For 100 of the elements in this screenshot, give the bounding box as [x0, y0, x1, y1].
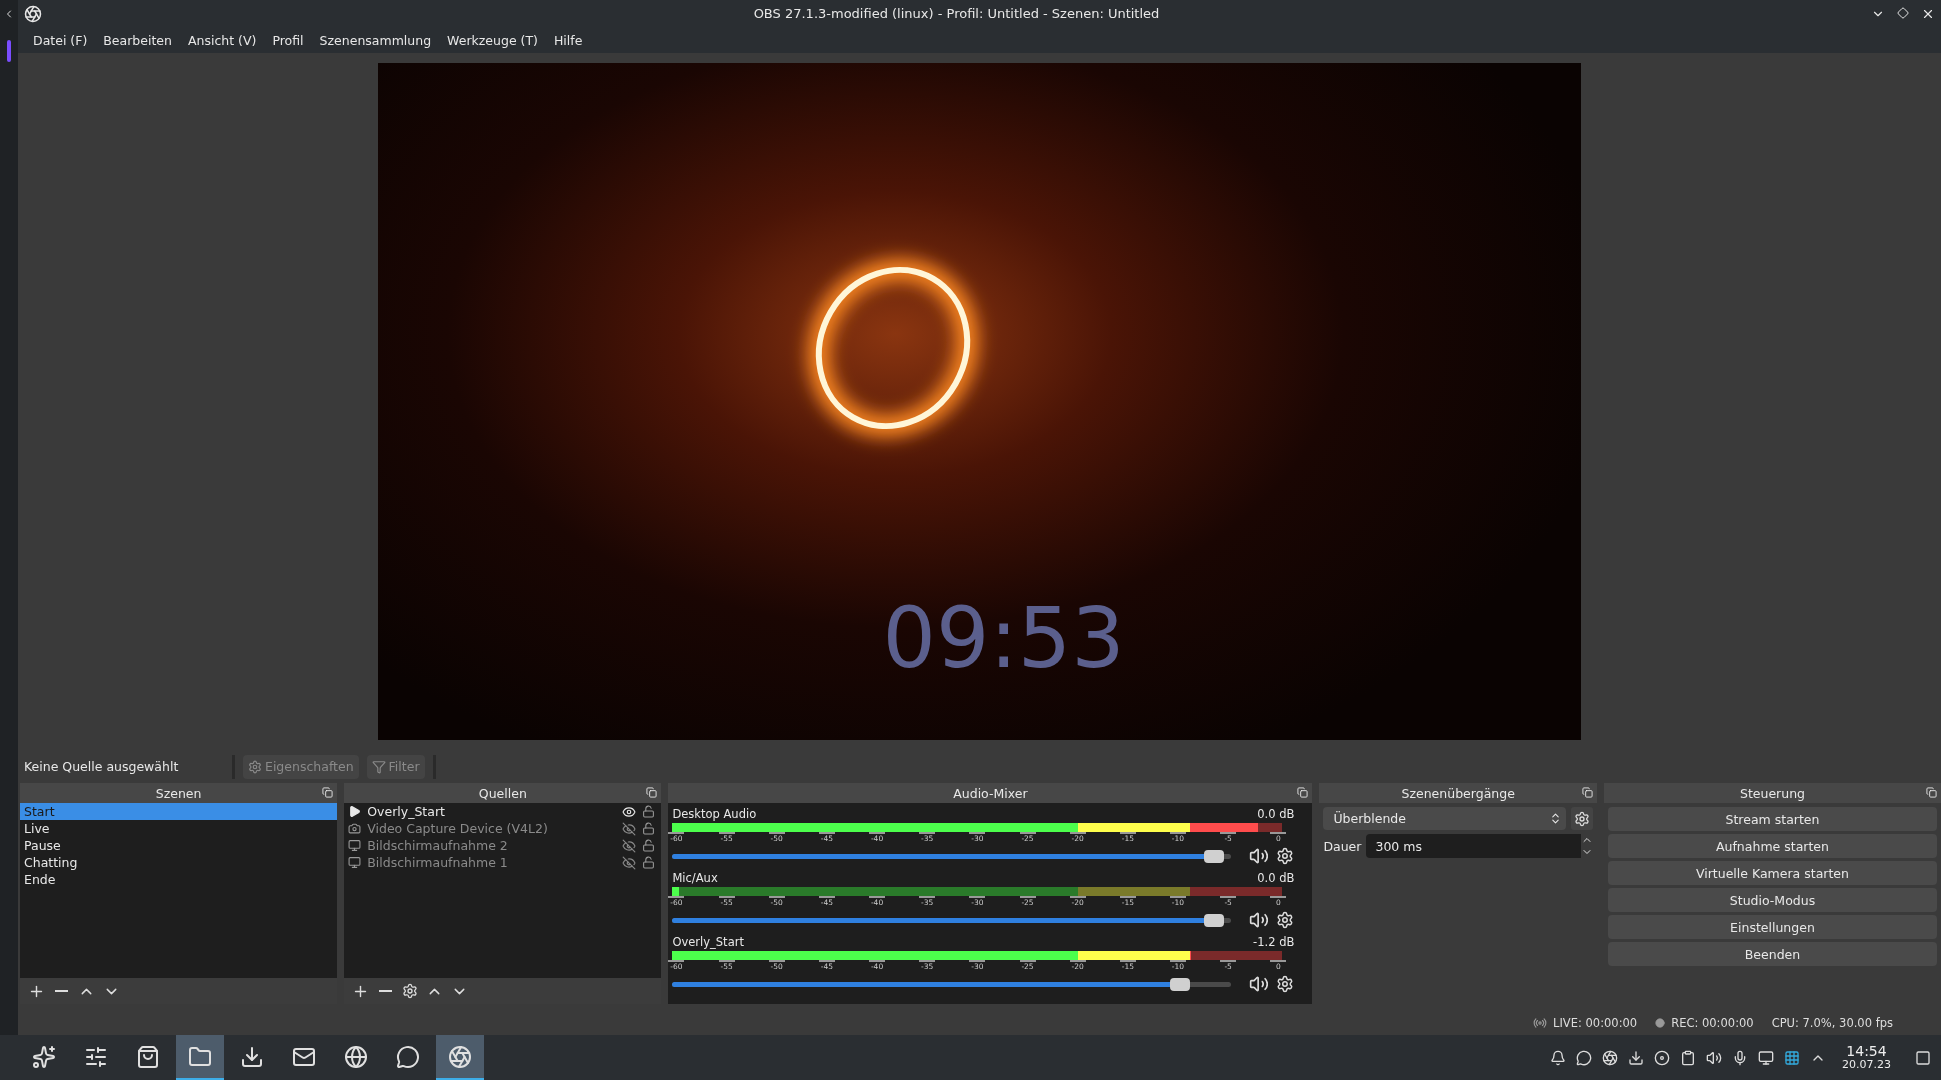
speaker-icon[interactable] [1248, 846, 1269, 866]
launcher-icon [32, 1044, 56, 1069]
clock-date: 20.07.23 [1842, 1057, 1891, 1071]
dock-title: Audio-Mixer [953, 785, 1028, 801]
eye-off-icon[interactable] [622, 821, 637, 836]
eye-off-icon[interactable] [622, 838, 637, 853]
monitor-icon [348, 856, 362, 869]
record-dot-icon [1655, 1017, 1666, 1028]
microphone-icon[interactable] [1732, 1049, 1748, 1066]
gear-icon [248, 759, 262, 774]
unlock-icon[interactable] [642, 856, 656, 869]
slider-thumb[interactable] [1203, 913, 1224, 927]
panel-marker [7, 40, 11, 62]
channel-name: Overly_Start [672, 935, 744, 951]
download-icon[interactable] [1628, 1049, 1644, 1066]
control-button[interactable]: Virtuelle Kamera starten [1607, 861, 1937, 885]
scene-item[interactable]: Chatting [20, 854, 338, 871]
duration-field[interactable]: 300 ms [1366, 834, 1593, 858]
menu-item[interactable]: Bearbeiten [96, 29, 179, 51]
settings-icon[interactable] [1276, 911, 1295, 929]
menu-item[interactable]: Profil [265, 29, 311, 51]
db-reading: 0.0 dB [1257, 807, 1295, 823]
transition-select[interactable]: Überblende [1323, 807, 1566, 830]
chat-bubble-icon[interactable] [1576, 1049, 1592, 1066]
unlock-icon[interactable] [642, 839, 656, 852]
selection-label: Keine Quelle ausgewählt [24, 759, 180, 774]
broadcast-icon [1533, 1015, 1548, 1030]
eye-icon[interactable] [622, 804, 637, 819]
clock-time: 14:54 [1846, 1044, 1887, 1058]
grid-icon[interactable] [1784, 1049, 1800, 1066]
show-desktop-icon[interactable] [1915, 1049, 1931, 1066]
settings-button[interactable] [402, 983, 419, 999]
speaker-icon[interactable] [1248, 910, 1269, 930]
scene-item[interactable]: Pause [20, 837, 338, 854]
minus-icon [379, 990, 393, 992]
source-item[interactable]: Video Capture Device (V4L2) [367, 821, 617, 836]
live-status: LIVE: 00:00:00 [1553, 1015, 1638, 1030]
control-button[interactable]: Aufnahme starten [1607, 834, 1937, 858]
float-icon[interactable] [1926, 787, 1937, 798]
menu-item[interactable]: Szenensammlung [312, 29, 439, 51]
disc-icon[interactable] [1654, 1049, 1670, 1066]
float-icon[interactable] [646, 787, 658, 798]
dock-title: Quellen [478, 785, 527, 801]
settings-icon[interactable] [1276, 847, 1295, 865]
camera-icon [348, 822, 362, 835]
app-logo-icon [24, 4, 42, 23]
db-reading: -1.2 dB [1253, 935, 1295, 951]
chat-bubble-icon [396, 1044, 420, 1069]
bag-icon [136, 1044, 160, 1069]
download-icon [240, 1044, 264, 1069]
float-icon[interactable] [1297, 787, 1309, 798]
settings-button[interactable] [1570, 807, 1593, 830]
monitor-icon[interactable] [1758, 1049, 1774, 1066]
scene-item[interactable]: Live [20, 820, 338, 837]
settings-icon[interactable] [1276, 975, 1295, 993]
taskbar-app[interactable] [176, 1035, 224, 1080]
float-icon[interactable] [1581, 787, 1593, 798]
control-button[interactable]: Studio-Modus [1607, 888, 1937, 912]
minus-icon [55, 990, 68, 992]
duration-label: Dauer [1323, 838, 1362, 854]
gear-icon [402, 983, 419, 999]
folder-icon [188, 1044, 212, 1069]
menu-item[interactable]: Hilfe [546, 29, 590, 51]
scene-item[interactable]: Ende [20, 871, 338, 888]
speaker-icon[interactable] [1706, 1049, 1722, 1066]
channel-name: Desktop Audio [672, 807, 757, 823]
unlock-icon[interactable] [642, 822, 656, 835]
control-button[interactable]: Beenden [1607, 942, 1937, 966]
clipboard-icon[interactable] [1680, 1049, 1696, 1066]
cpu-status: CPU: 7.0%, 30.00 fps [1771, 1015, 1893, 1030]
eye-off-icon[interactable] [622, 855, 637, 870]
scene-item[interactable]: Start [20, 803, 338, 820]
control-button[interactable]: Einstellungen [1607, 915, 1937, 939]
maximize-icon[interactable] [1897, 6, 1909, 19]
dock-title: Szenenübergänge [1401, 785, 1515, 801]
channel-name: Mic/Aux [672, 871, 718, 887]
menu-item[interactable]: Datei (F) [26, 29, 95, 51]
menu-item[interactable]: Werkzeuge (T) [440, 29, 545, 51]
source-item[interactable]: Overly_Start [367, 804, 617, 819]
float-icon[interactable] [322, 787, 334, 798]
source-item[interactable]: Bildschirmaufnahme 2 [367, 838, 617, 853]
control-button[interactable]: Stream starten [1607, 807, 1937, 831]
monitor-icon [348, 839, 362, 852]
slider-thumb[interactable] [1203, 849, 1224, 863]
source-item[interactable]: Bildschirmaufnahme 1 [367, 855, 617, 870]
menu-item[interactable]: Ansicht (V) [180, 29, 264, 51]
filter-icon [371, 759, 386, 774]
aperture-icon [448, 1044, 472, 1069]
speaker-icon[interactable] [1248, 974, 1269, 994]
play-icon [348, 805, 362, 818]
bell-icon[interactable] [1550, 1049, 1566, 1066]
unlock-icon[interactable] [642, 805, 656, 818]
window-title: OBS 27.1.3-modified (linux) - Profil: Untitled - Szenen: Untitled [752, 6, 1161, 21]
sliders-icon [84, 1044, 108, 1069]
taskbar-app[interactable] [436, 1035, 484, 1080]
dock-title: Steuerung [1739, 785, 1805, 801]
slider-thumb[interactable] [1170, 977, 1191, 991]
db-reading: 0.0 dB [1257, 871, 1295, 887]
clock-overlay-text: 09:53 [882, 589, 1125, 688]
aperture-icon[interactable] [1602, 1049, 1618, 1066]
